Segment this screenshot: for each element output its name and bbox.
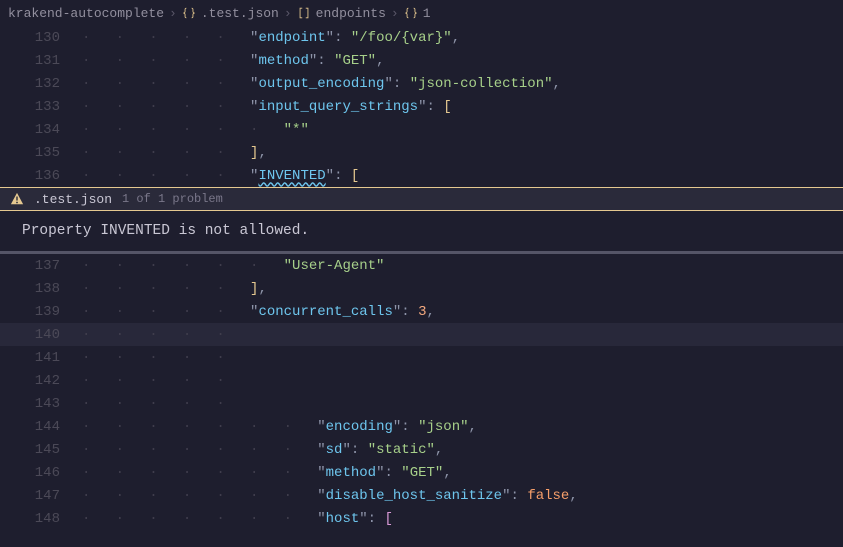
code-content[interactable]: · · · · · "output_encoding": "json-colle… bbox=[82, 77, 561, 91]
line-number: 134 bbox=[0, 123, 82, 137]
code-content[interactable]: · · · · · · · "disable_host_sanitize": f… bbox=[82, 489, 578, 503]
line-number: 148 bbox=[0, 512, 82, 526]
indent-guide: · · · · · bbox=[82, 30, 250, 46]
line-number: 144 bbox=[0, 420, 82, 434]
indent-guide: · · · · · · · bbox=[82, 511, 317, 527]
line-number: 140 bbox=[0, 328, 82, 342]
line-number: 139 bbox=[0, 305, 82, 319]
code-line[interactable]: 142· · · · · bbox=[0, 369, 843, 392]
indent-guide: · · · · · bbox=[82, 76, 250, 92]
indent-guide: · · · · · · · bbox=[82, 442, 317, 458]
problems-panel-header[interactable]: .test.json 1 of 1 problem bbox=[0, 187, 843, 211]
code-content[interactable]: · · · · · · · "encoding": "json", bbox=[82, 420, 477, 434]
code-content[interactable]: · · · · · bbox=[82, 351, 250, 365]
breadcrumb-project[interactable]: krakend-autocomplete bbox=[8, 7, 164, 20]
braces-icon bbox=[404, 6, 418, 20]
code-line[interactable]: 134· · · · · · "*" bbox=[0, 118, 843, 141]
code-content[interactable]: · · · · · · · "method": "GET", bbox=[82, 466, 452, 480]
breadcrumb-file[interactable]: .test.json bbox=[201, 7, 279, 20]
code-line[interactable]: 137· · · · · · "User-Agent" bbox=[0, 254, 843, 277]
indent-guide: · · · · · · · bbox=[82, 465, 317, 481]
line-number: 145 bbox=[0, 443, 82, 457]
code-content[interactable]: · · · · · bbox=[82, 397, 250, 411]
code-line[interactable]: 144· · · · · · · "encoding": "json", bbox=[0, 415, 843, 438]
indent-guide: · · · · · · bbox=[82, 258, 284, 274]
line-number: 136 bbox=[0, 169, 82, 183]
line-number: 142 bbox=[0, 374, 82, 388]
line-number: 147 bbox=[0, 489, 82, 503]
code-content[interactable]: · · · · · "endpoint": "/foo/{var}", bbox=[82, 31, 460, 45]
code-line[interactable]: 131· · · · · "method": "GET", bbox=[0, 49, 843, 72]
line-number: 132 bbox=[0, 77, 82, 91]
indent-guide: · · · · · bbox=[82, 99, 250, 115]
code-content[interactable]: · · · · · · "User-Agent" bbox=[82, 259, 384, 273]
indent-guide: · · · · · bbox=[82, 53, 250, 69]
array-icon bbox=[297, 6, 311, 20]
code-content[interactable]: · · · · · bbox=[82, 374, 250, 388]
code-line[interactable]: 138· · · · · ], bbox=[0, 277, 843, 300]
line-number: 131 bbox=[0, 54, 82, 68]
code-line[interactable]: 147· · · · · · · "disable_host_sanitize"… bbox=[0, 484, 843, 507]
indent-guide: · · · · · · bbox=[82, 122, 284, 138]
code-line[interactable]: 143· · · · · bbox=[0, 392, 843, 415]
code-content[interactable]: · · · · · · · "sd": "static", bbox=[82, 443, 443, 457]
code-content[interactable]: · · · · · ], bbox=[82, 282, 267, 296]
breadcrumb-index[interactable]: 1 bbox=[423, 7, 431, 20]
line-number: 141 bbox=[0, 351, 82, 365]
code-content[interactable]: · · · · · · "*" bbox=[82, 123, 309, 137]
indent-guide: · · · · · bbox=[82, 145, 250, 161]
chevron-right-icon: › bbox=[169, 7, 177, 20]
code-content[interactable]: · · · · · "method": "GET", bbox=[82, 54, 385, 68]
indent-guide: · · · · · bbox=[82, 327, 250, 343]
line-number: 130 bbox=[0, 31, 82, 45]
code-line[interactable]: 132· · · · · "output_encoding": "json-co… bbox=[0, 72, 843, 95]
line-number: 143 bbox=[0, 397, 82, 411]
indent-guide: · · · · · · · bbox=[82, 488, 317, 504]
code-line[interactable]: 148· · · · · · · "host": [ bbox=[0, 507, 843, 530]
code-content[interactable]: · · · · · "input_query_strings": [ bbox=[82, 100, 452, 114]
breadcrumb[interactable]: krakend-autocomplete › .test.json › endp… bbox=[0, 0, 843, 26]
code-content[interactable]: · · · · · bbox=[82, 328, 843, 342]
chevron-right-icon: › bbox=[391, 7, 399, 20]
line-number: 135 bbox=[0, 146, 82, 160]
line-number: 138 bbox=[0, 282, 82, 296]
line-number: 146 bbox=[0, 466, 82, 480]
code-line[interactable]: 141· · · · · bbox=[0, 346, 843, 369]
code-line[interactable]: 135· · · · · ], bbox=[0, 141, 843, 164]
braces-icon bbox=[182, 6, 196, 20]
problem-filename: .test.json bbox=[34, 193, 112, 206]
code-line[interactable]: 140· · · · · bbox=[0, 323, 843, 346]
indent-guide: · · · · · bbox=[82, 281, 250, 297]
editor-pane-top[interactable]: 130· · · · · "endpoint": "/foo/{var}",13… bbox=[0, 26, 843, 187]
code-content[interactable]: · · · · · "INVENTED": [ bbox=[82, 169, 359, 183]
problem-count: 1 of 1 problem bbox=[122, 193, 223, 205]
code-line[interactable]: 133· · · · · "input_query_strings": [ bbox=[0, 95, 843, 118]
code-line[interactable]: 130· · · · · "endpoint": "/foo/{var}", bbox=[0, 26, 843, 49]
warning-icon bbox=[10, 192, 24, 206]
problem-message: Property INVENTED is not allowed. bbox=[0, 211, 843, 251]
code-line[interactable]: 139· · · · · "concurrent_calls": 3, bbox=[0, 300, 843, 323]
indent-guide: · · · · · · · bbox=[82, 419, 317, 435]
code-content[interactable]: · · · · · · · "host": [ bbox=[82, 512, 393, 526]
code-content[interactable]: · · · · · "concurrent_calls": 3, bbox=[82, 305, 435, 319]
line-number: 137 bbox=[0, 259, 82, 273]
code-line[interactable]: 145· · · · · · · "sd": "static", bbox=[0, 438, 843, 461]
breadcrumb-section[interactable]: endpoints bbox=[316, 7, 386, 20]
code-line[interactable]: 146· · · · · · · "method": "GET", bbox=[0, 461, 843, 484]
indent-guide: · · · · · bbox=[82, 396, 250, 412]
indent-guide: · · · · · bbox=[82, 168, 250, 184]
code-line[interactable]: 136· · · · · "INVENTED": [ bbox=[0, 164, 843, 187]
indent-guide: · · · · · bbox=[82, 350, 250, 366]
editor-pane-bottom[interactable]: cache_ttlinput_headerstimeout 137· · · ·… bbox=[0, 254, 843, 530]
line-number: 133 bbox=[0, 100, 82, 114]
indent-guide: · · · · · bbox=[82, 304, 250, 320]
chevron-right-icon: › bbox=[284, 7, 292, 20]
code-content[interactable]: · · · · · ], bbox=[82, 146, 267, 160]
indent-guide: · · · · · bbox=[82, 373, 250, 389]
